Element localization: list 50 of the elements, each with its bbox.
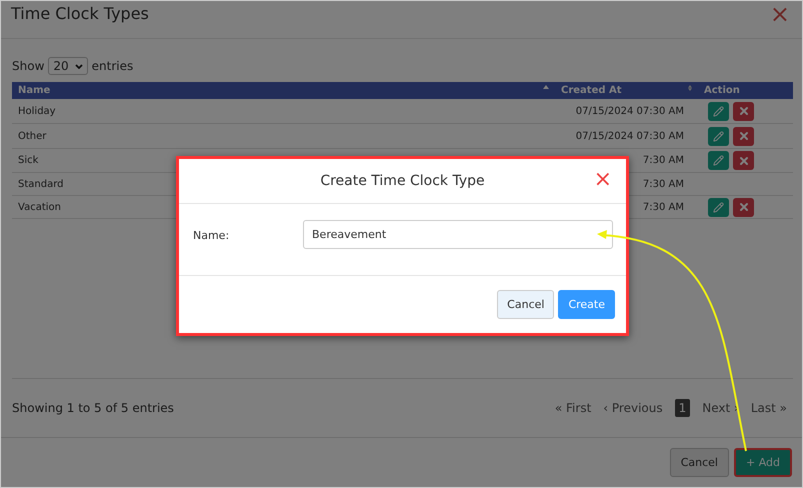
table-cell: Sick: [18, 155, 38, 166]
field-label: Name:: [193, 229, 230, 242]
table-cell: Vacation: [18, 202, 61, 212]
delete-button[interactable]: [733, 102, 754, 120]
sort-icon[interactable]: [688, 85, 692, 91]
close-icon: [738, 201, 750, 213]
edit-button[interactable]: [708, 151, 729, 170]
cancel-button[interactable]: Cancel: [497, 290, 554, 319]
delete-button[interactable]: [733, 126, 754, 146]
table-cell: Other: [18, 130, 46, 142]
close-icon: [738, 105, 750, 117]
column-header[interactable]: Action: [704, 85, 740, 96]
table-cell: 7:30 AM: [642, 202, 684, 212]
column-header[interactable]: Created At: [561, 85, 622, 96]
entries-label: entries: [92, 59, 134, 73]
pencil-icon: [713, 155, 724, 166]
pencil-icon: [713, 202, 724, 212]
chevron-down-icon: [74, 64, 83, 68]
dialog-title: Create Time Clock Type: [320, 173, 485, 189]
pencil-icon: [713, 130, 724, 142]
entries-select[interactable]: 20: [48, 57, 88, 75]
show-label: Show: [12, 59, 44, 73]
create-button[interactable]: Create: [558, 290, 615, 319]
close-icon[interactable]: ×: [594, 167, 612, 192]
pencil-icon: [713, 106, 724, 116]
pager-link[interactable]: Last »: [750, 401, 787, 415]
delete-button[interactable]: [733, 198, 754, 216]
close-icon: [738, 154, 750, 166]
table-cell: Standard: [18, 178, 64, 190]
column-header[interactable]: Name: [18, 85, 50, 96]
name-input[interactable]: Bereavement: [303, 220, 613, 249]
window-title: Time Clock Types: [11, 4, 149, 23]
table-cell: 07/15/2024 07:30 AM: [576, 130, 684, 142]
edit-button[interactable]: [708, 102, 729, 120]
table-cell: 7:30 AM: [642, 178, 684, 190]
page-button[interactable]: 1: [674, 399, 690, 417]
table-cell: 7:30 AM: [642, 155, 684, 166]
pager-link[interactable]: ‹ Previous: [603, 401, 663, 415]
table-cell: 07/15/2024 07:30 AM: [576, 106, 684, 116]
edit-button[interactable]: [708, 126, 729, 146]
entries-info: Showing 1 to 5 of 5 entries: [12, 401, 174, 415]
sort-up-icon[interactable]: [543, 85, 549, 89]
delete-button[interactable]: [733, 151, 754, 170]
cancel-button[interactable]: Cancel: [670, 448, 729, 477]
edit-button[interactable]: [708, 198, 729, 216]
pager-link[interactable]: « First: [554, 401, 592, 415]
close-icon[interactable]: ×: [770, 0, 790, 28]
add-button[interactable]: + Add: [734, 448, 792, 477]
close-icon: [738, 130, 750, 142]
table-cell: Holiday: [18, 106, 56, 116]
